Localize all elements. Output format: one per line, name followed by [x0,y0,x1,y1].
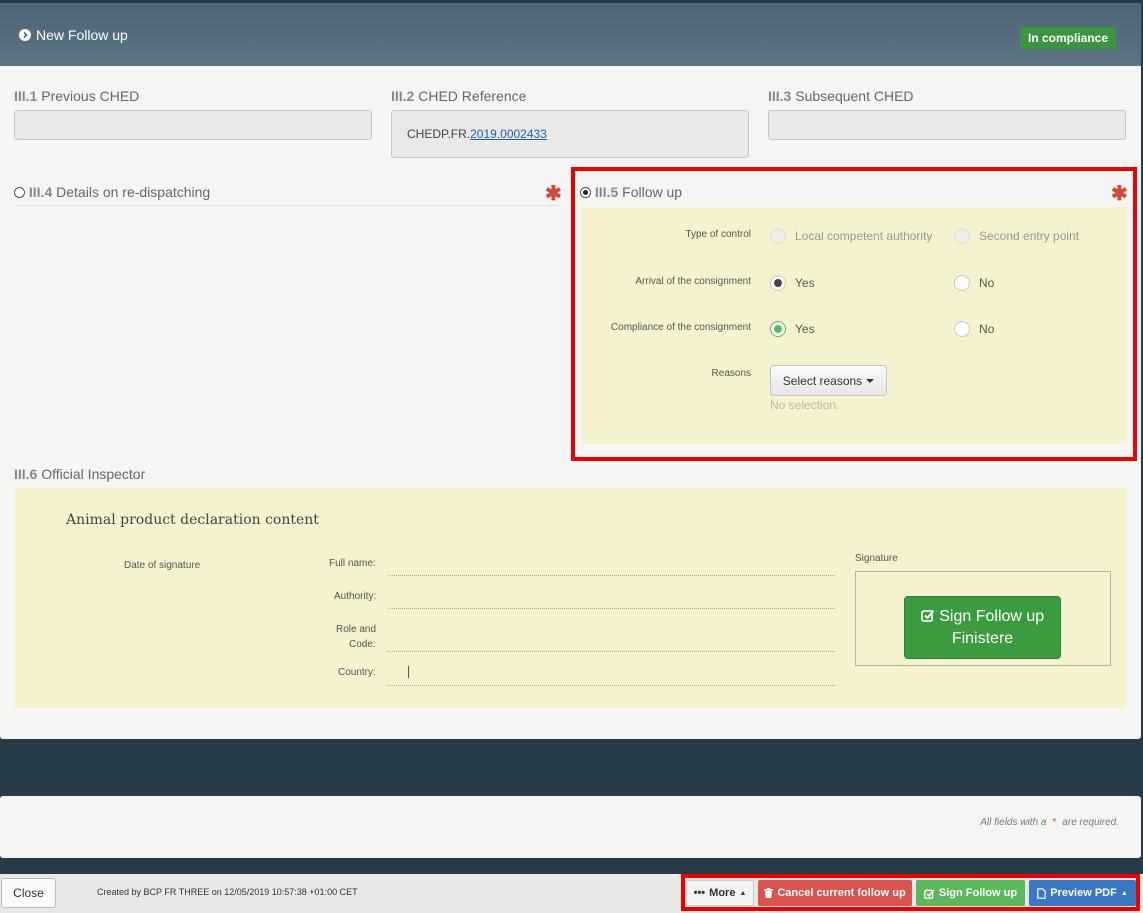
role-label-line2: Code: [349,639,376,650]
panel-header: New Follow up In compliance [0,3,1141,66]
caret-up-icon: ▲ [739,889,747,897]
cancel-follow-up-text: Cancel current follow up [777,887,906,899]
inspector-number: III.6 [14,466,38,482]
compliance-yes-radio[interactable] [770,321,786,337]
redispatch-number: III.4 [28,184,53,200]
reasons-label: Reasons [711,368,751,379]
ched-reference-number: III.2 [391,88,415,104]
declaration-title: Animal product declaration content [66,512,319,528]
chevron-right-circle-icon [19,29,31,41]
country-label: Country: [338,667,376,678]
date-of-signature-label: Date of signature [124,560,201,571]
follow-up-label[interactable]: III.5 Follow up [580,184,682,200]
caret-up-icon: ▲ [1120,889,1128,897]
type-second-entry-option: Second entry point [954,228,1079,244]
sign-follow-up-text: Sign Follow up [938,887,1018,899]
preview-pdf-text: Preview PDF [1050,887,1117,899]
type-second-entry-text: Second entry point [979,229,1080,243]
compliance-no-radio[interactable] [954,321,970,337]
sign-button-line1: Sign Follow up [905,606,1060,628]
required-note-panel: All fields with a * are required. [0,796,1141,858]
full-name-label: Full name: [329,558,376,569]
created-info: Created by BCP FR THREE on 12/05/2019 10… [97,887,358,897]
required-note-prefix: All fields with a [980,817,1047,828]
sign-follow-up-finistere-button[interactable]: Sign Follow up Finistere [904,596,1061,659]
ched-reference-field: CHEDP.FR.2019.0002433 [391,110,749,158]
previous-ched-label: III.1 Previous CHED [14,88,139,104]
redispatch-label-text: Details on re-dispatching [56,184,211,200]
previous-ched-number: III.1 [14,88,38,104]
check-square-icon [920,609,935,622]
previous-ched-field[interactable] [14,110,372,140]
arrival-no-radio[interactable] [954,275,970,291]
compliance-no-text: No [979,322,995,336]
arrival-yes-option[interactable]: Yes [770,275,815,291]
reasons-empty-text: No selection. [770,398,840,412]
caret-down-icon [866,378,875,383]
ched-reference-link[interactable]: 2019.0002433 [470,127,547,141]
redispatch-radio[interactable] [14,187,25,198]
inspector-label: III.6 Official Inspector [14,466,145,482]
type-local-authority-radio [770,228,786,244]
subsequent-ched-label-text: Subsequent CHED [795,88,914,104]
compliance-yes-text: Yes [795,322,815,336]
more-text: More [709,887,736,899]
text-cursor [408,666,409,678]
type-second-entry-radio [954,228,970,244]
follow-up-radio[interactable] [580,187,591,198]
arrival-yes-radio[interactable] [770,275,786,291]
ched-reference-label: III.2 CHED Reference [391,88,526,104]
type-local-authority-text: Local competent authority [795,229,933,243]
required-note: All fields with a * are required. [980,817,1119,828]
ched-reference-label-text: CHED Reference [418,88,527,104]
previous-ched-label-text: Previous CHED [41,88,140,104]
arrival-no-text: No [979,276,995,290]
subsequent-ched-label: III.3 Subsequent CHED [768,88,914,104]
compliance-label: Compliance of the consignment [610,322,751,333]
required-note-star: * [1052,817,1057,828]
role-field [388,651,835,652]
cancel-follow-up-button[interactable]: Cancel current follow up [758,880,912,906]
panel-title-text: New Follow up [36,27,128,43]
sign-button-line2: Finistere [951,630,1014,647]
more-button[interactable]: ••• More ▲ [686,880,754,906]
subsequent-ched-number: III.3 [768,88,792,104]
role-label-line1: Role and [336,624,377,635]
sign-follow-up-button[interactable]: Sign Follow up [916,880,1025,906]
inspector-label-text: Official Inspector [41,466,146,482]
close-button[interactable]: Close [1,878,56,908]
preview-pdf-button[interactable]: Preview PDF ▲ [1029,880,1136,906]
arrival-yes-text: Yes [795,276,815,290]
required-star-icon: ✱ [545,183,562,205]
trash-icon [764,888,774,898]
status-badge: In compliance [1020,27,1117,49]
ellipsis-icon: ••• [693,887,706,899]
subsequent-ched-field[interactable] [768,110,1126,140]
file-icon [1037,887,1047,899]
ched-reference-prefix: CHEDP.FR. [407,127,471,141]
required-note-suffix: are required. [1062,817,1119,828]
country-field[interactable] [388,685,835,686]
signature-label: Signature [855,553,898,564]
divider [14,205,559,206]
full-name-field [388,575,835,576]
arrival-no-option[interactable]: No [954,275,994,291]
redispatch-label[interactable]: III.4 Details on re-dispatching [14,184,210,200]
follow-up-label-text: Follow up [622,184,683,200]
required-star-icon: ✱ [1111,183,1128,205]
select-reasons-text: Select reasons [782,373,863,388]
authority-field [388,608,835,609]
compliance-no-option[interactable]: No [954,321,994,337]
type-local-authority-option: Local competent authority [770,228,932,244]
type-of-control-label: Type of control [685,229,751,240]
authority-label: Authority: [334,591,377,602]
check-square-icon [923,888,935,899]
follow-up-number: III.5 [594,184,619,200]
ched-reference-value: CHEDP.FR.2019.0002433 [407,127,547,141]
select-reasons-button[interactable]: Select reasons [770,365,887,396]
panel-title: New Follow up [19,27,128,43]
compliance-yes-option[interactable]: Yes [770,321,815,337]
arrival-label: Arrival of the consignment [635,276,751,287]
sign-button-text1: Sign Follow up [939,608,1045,625]
